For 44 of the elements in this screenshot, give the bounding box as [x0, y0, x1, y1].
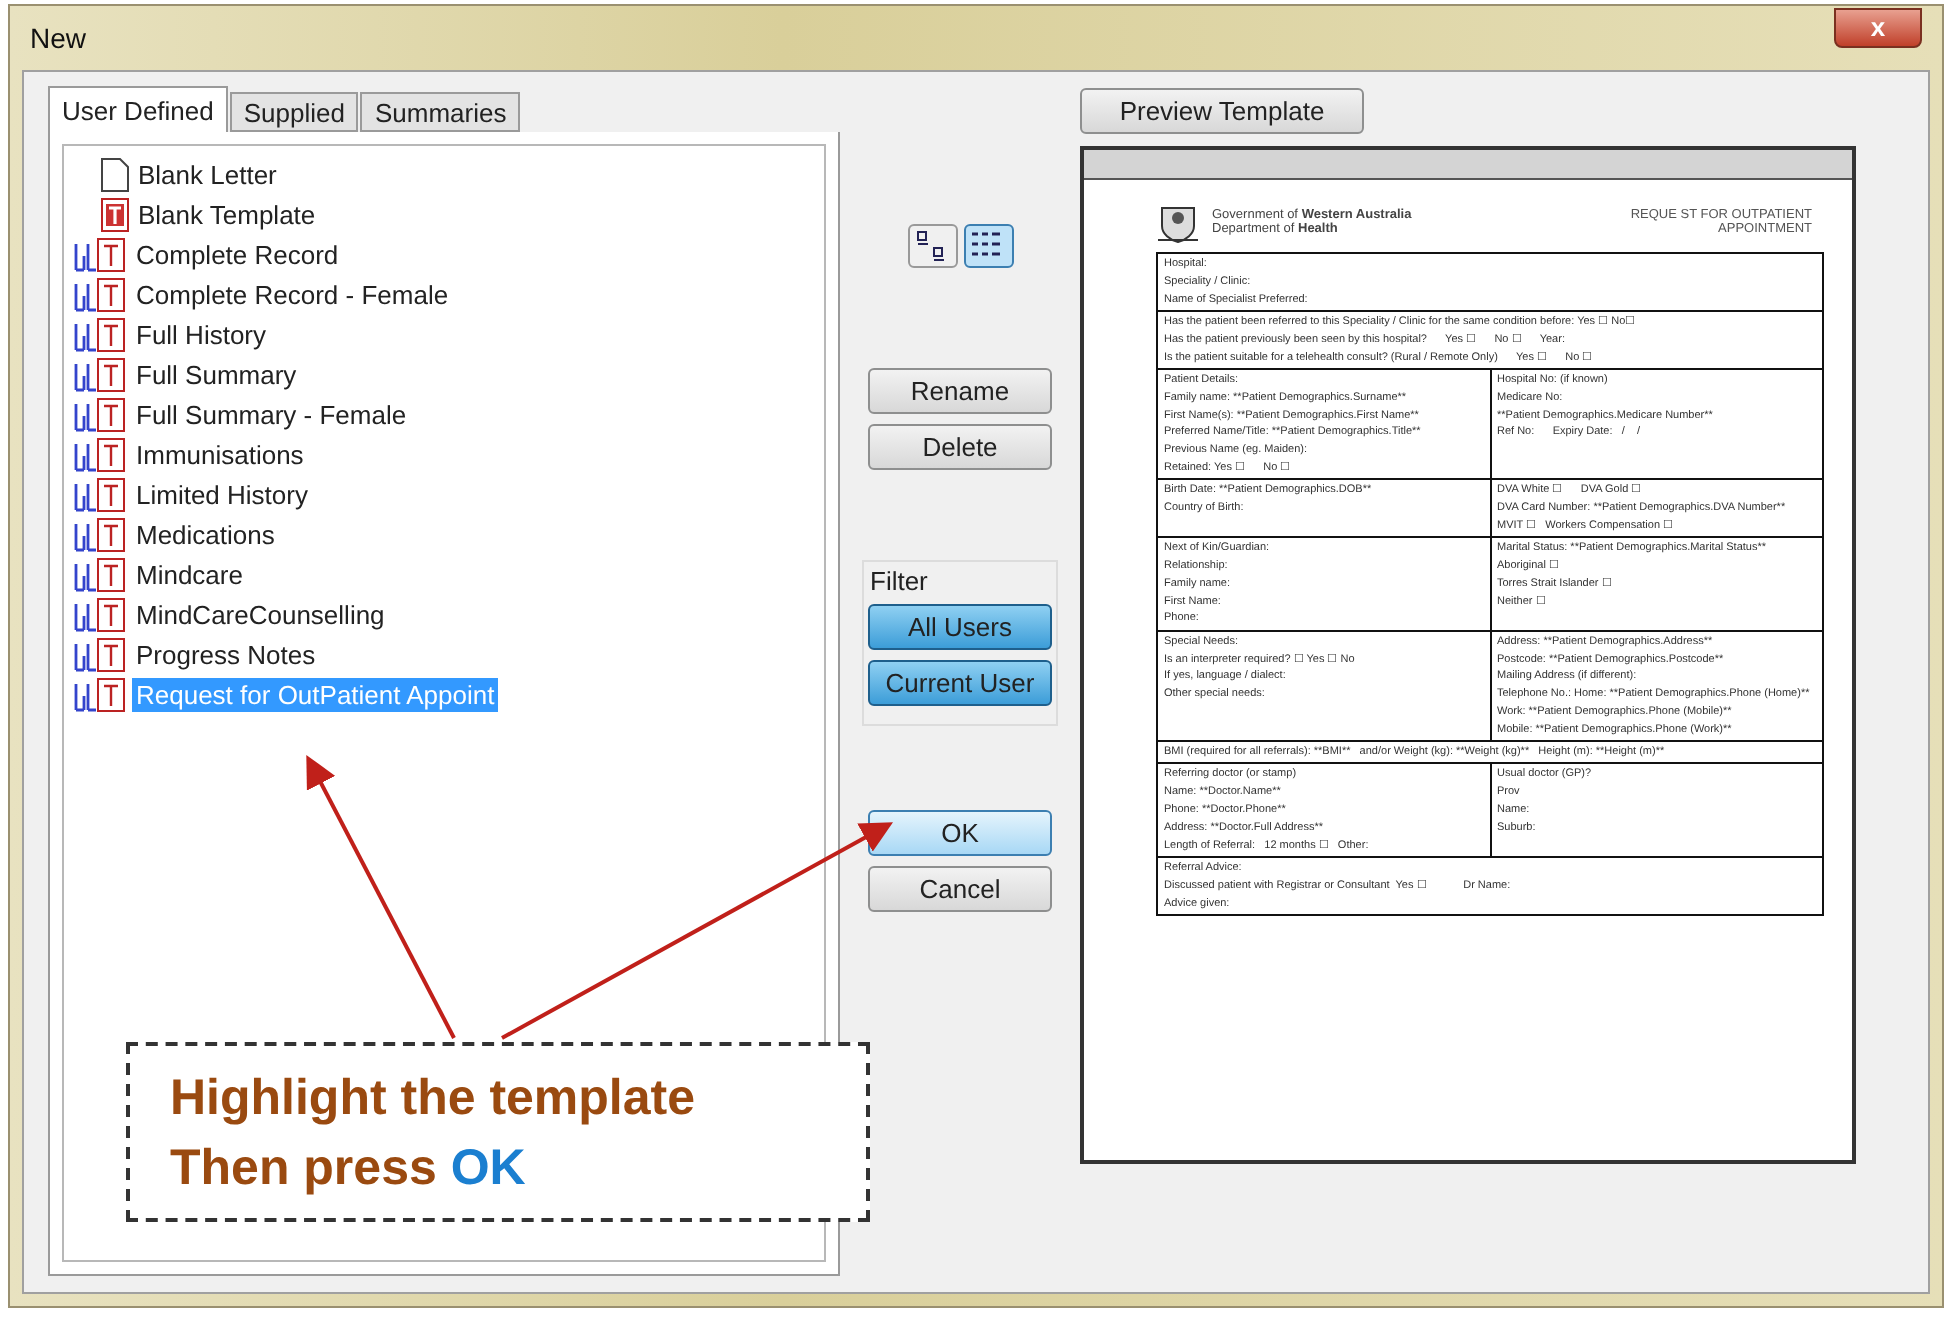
rename-button[interactable]: Rename — [868, 368, 1052, 414]
template-item[interactable]: Immunisations — [132, 437, 308, 471]
template-item[interactable]: Limited History — [132, 477, 312, 511]
tab[interactable]: Summaries — [360, 92, 521, 132]
shared-template-icon — [72, 517, 128, 551]
shared-template-icon — [72, 237, 128, 271]
cancel-button[interactable]: Cancel — [868, 866, 1052, 912]
template-item[interactable]: Medications — [132, 517, 279, 551]
tab[interactable]: User Defined — [48, 86, 228, 132]
template-icon — [100, 197, 130, 231]
template-item[interactable]: Blank Template — [134, 197, 320, 231]
shared-template-icon — [72, 637, 128, 671]
preview-template-button[interactable]: Preview Template — [1080, 88, 1364, 134]
shared-template-icon — [72, 597, 128, 631]
template-item[interactable]: Mindcare — [132, 557, 247, 591]
shared-template-icon — [72, 477, 128, 511]
large-icons-icon — [914, 230, 950, 262]
icon-view-button[interactable] — [907, 224, 957, 268]
delete-button[interactable]: Delete — [868, 424, 1052, 470]
template-item[interactable]: Progress Notes — [132, 637, 320, 671]
shared-template-icon — [72, 277, 128, 311]
filter-button[interactable]: Current User — [868, 660, 1052, 706]
callout-text: Then press OK — [170, 1140, 528, 1198]
filter-button[interactable]: All Users — [868, 604, 1052, 650]
shared-template-icon — [72, 557, 128, 591]
template-item[interactable]: Complete Record — [132, 237, 343, 271]
template-item[interactable]: Complete Record - Female — [132, 277, 453, 311]
filter-label: Filter — [870, 566, 928, 596]
list-view-button[interactable] — [963, 224, 1013, 268]
blank-page-icon — [100, 157, 130, 191]
template-item[interactable]: Full Summary - Female — [132, 397, 411, 431]
template-item[interactable]: Full History — [132, 317, 271, 351]
shared-template-icon — [72, 677, 128, 711]
shared-template-icon — [72, 317, 128, 351]
template-item[interactable]: Full Summary — [132, 357, 301, 391]
shared-template-icon — [72, 397, 128, 431]
tab[interactable]: Supplied — [229, 92, 359, 132]
shared-template-icon — [72, 437, 128, 471]
shared-template-icon — [72, 357, 128, 391]
template-item[interactable]: Blank Letter — [134, 157, 281, 191]
ok-button[interactable]: OK — [868, 810, 1052, 856]
window-title: New — [30, 22, 87, 54]
template-item[interactable]: MindCareCounselling — [132, 597, 389, 631]
callout-text: Highlight the template — [170, 1070, 697, 1128]
